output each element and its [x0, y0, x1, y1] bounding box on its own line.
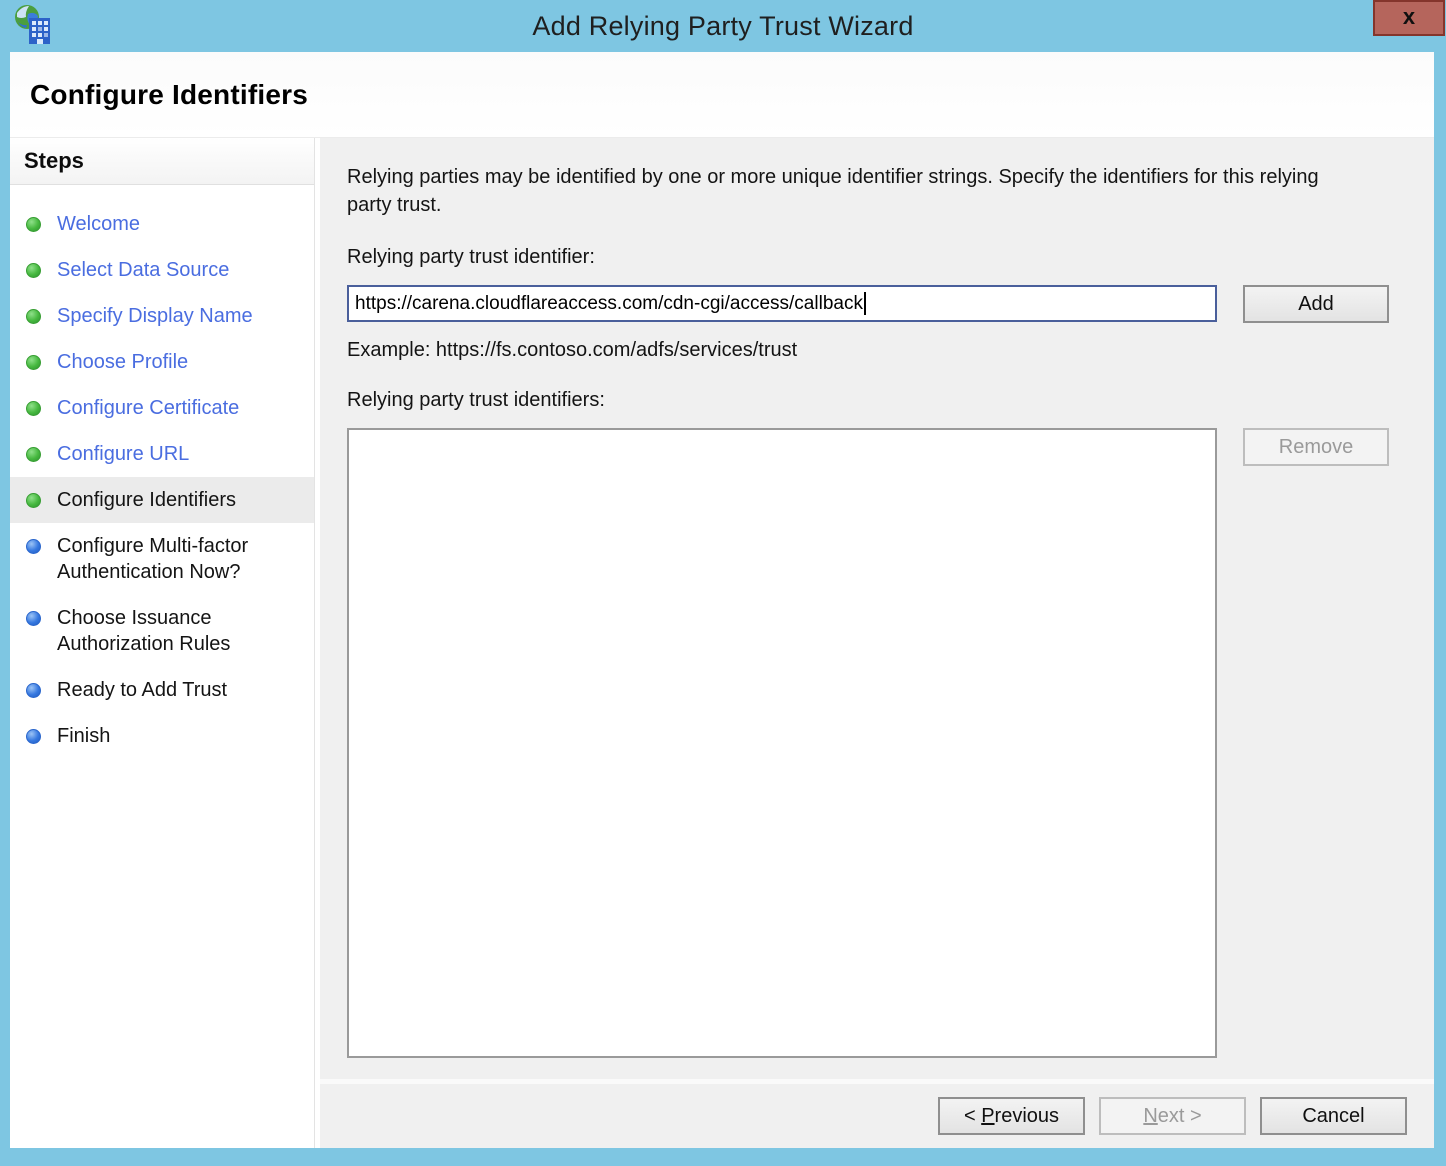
page-header: Configure Identifiers: [10, 52, 1434, 138]
green-bullet-icon: [26, 263, 41, 278]
blue-bullet-icon: [26, 683, 41, 698]
identifier-input[interactable]: https://carena.cloudflareaccess.com/cdn-…: [347, 285, 1217, 322]
blue-bullet-icon: [26, 539, 41, 554]
step-label: Specify Display Name: [57, 303, 253, 329]
blue-bullet-icon: [26, 729, 41, 744]
previous-button[interactable]: < Previous: [938, 1097, 1085, 1135]
wizard-footer: < Previous Next > Cancel: [320, 1079, 1434, 1148]
example-text: Example: https://fs.contoso.com/adfs/ser…: [347, 339, 1389, 362]
step-specify-display-name[interactable]: Specify Display Name: [10, 293, 314, 339]
intro-text: Relying parties may be identified by one…: [347, 163, 1362, 219]
text-caret: [864, 292, 866, 315]
step-label: Configure Multi-factor Authentication No…: [57, 533, 304, 585]
green-bullet-icon: [26, 493, 41, 508]
step-configure-certificate[interactable]: Configure Certificate: [10, 385, 314, 431]
step-label: Ready to Add Trust: [57, 677, 227, 703]
main-panel: Relying parties may be identified by one…: [320, 138, 1434, 1148]
step-label: Finish: [57, 723, 110, 749]
step-select-data-source[interactable]: Select Data Source: [10, 247, 314, 293]
steps-sidebar: Steps Welcome Select Data Source Specify D…: [10, 138, 315, 1148]
step-choose-profile[interactable]: Choose Profile: [10, 339, 314, 385]
next-button[interactable]: Next >: [1099, 1097, 1246, 1135]
step-label: Choose Profile: [57, 349, 188, 375]
identifiers-list-label: Relying party trust identifiers:: [347, 389, 1389, 412]
blue-bullet-icon: [26, 611, 41, 626]
green-bullet-icon: [26, 309, 41, 324]
step-label: Choose Issuance Authorization Rules: [57, 605, 304, 657]
steps-header: Steps: [10, 138, 314, 185]
green-bullet-icon: [26, 355, 41, 370]
green-bullet-icon: [26, 217, 41, 232]
cancel-button[interactable]: Cancel: [1260, 1097, 1407, 1135]
step-finish: Finish: [10, 713, 314, 759]
step-label: Welcome: [57, 211, 140, 237]
step-configure-multi-factor-authentication-now: Configure Multi-factor Authentication No…: [10, 523, 314, 595]
remove-button[interactable]: Remove: [1243, 428, 1389, 466]
steps-list: Welcome Select Data Source Specify Display…: [10, 185, 314, 759]
title-bar: Add Relying Party Trust Wizard x: [0, 0, 1446, 52]
step-configure-identifiers: Configure Identifiers: [10, 477, 314, 523]
page-title: Configure Identifiers: [30, 79, 308, 111]
step-choose-issuance-authorization-rules: Choose Issuance Authorization Rules: [10, 595, 314, 667]
identifier-input-value: https://carena.cloudflareaccess.com/cdn-…: [355, 293, 863, 315]
wizard-client-area: Configure Identifiers Steps Welcome Selec…: [10, 52, 1434, 1148]
step-ready-to-add-trust: Ready to Add Trust: [10, 667, 314, 713]
adfs-wizard-icon: [14, 4, 52, 48]
step-label: Configure Certificate: [57, 395, 239, 421]
step-welcome[interactable]: Welcome: [10, 201, 314, 247]
step-configure-url[interactable]: Configure URL: [10, 431, 314, 477]
identifier-field-label: Relying party trust identifier:: [347, 246, 1389, 269]
step-label: Select Data Source: [57, 257, 229, 283]
identifiers-listbox[interactable]: [347, 428, 1217, 1058]
close-button[interactable]: x: [1373, 0, 1445, 36]
green-bullet-icon: [26, 401, 41, 416]
step-label: Configure Identifiers: [57, 487, 236, 513]
green-bullet-icon: [26, 447, 41, 462]
step-label: Configure URL: [57, 441, 189, 467]
add-button[interactable]: Add: [1243, 285, 1389, 323]
window-title: Add Relying Party Trust Wizard: [0, 11, 1446, 42]
